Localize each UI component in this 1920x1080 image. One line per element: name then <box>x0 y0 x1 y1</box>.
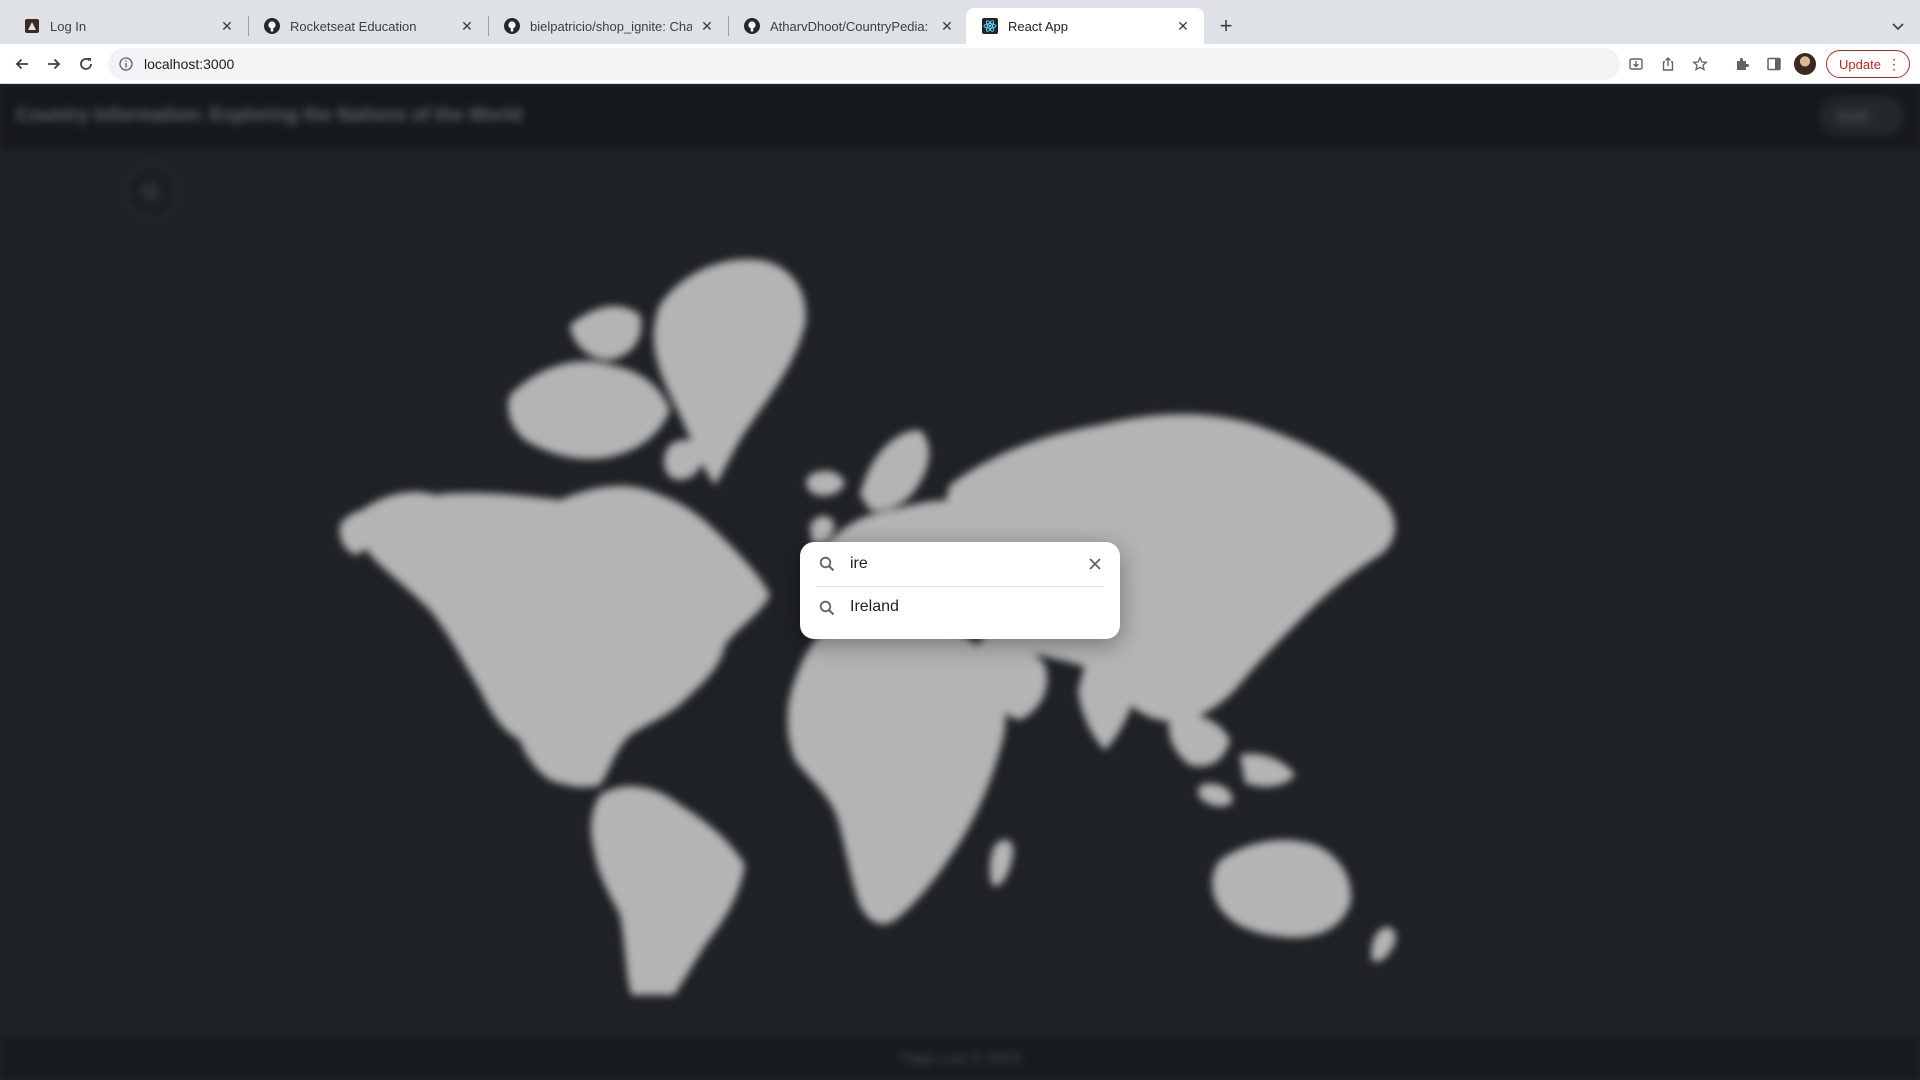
close-icon[interactable] <box>1086 555 1104 573</box>
tab-react-app[interactable]: React App ✕ <box>966 8 1204 44</box>
search-icon <box>818 599 836 617</box>
map-scandinavia <box>860 430 930 511</box>
close-icon[interactable]: ✕ <box>938 17 956 35</box>
close-icon[interactable]: ✕ <box>698 17 716 35</box>
search-dialog: Ireland <box>800 542 1120 639</box>
map-uk <box>810 516 835 545</box>
map-north-america <box>354 485 770 788</box>
star-icon[interactable] <box>1686 48 1714 80</box>
update-label: Update <box>1839 56 1881 72</box>
react-icon <box>982 18 998 34</box>
theme-toggle-label: Dark <box>1838 107 1870 125</box>
search-icon <box>142 183 159 200</box>
map-madagascar <box>989 839 1014 886</box>
tab-title: bielpatricio/shop_ignite: Challe <box>530 18 692 34</box>
address-bar[interactable]: localhost:3000 <box>108 48 1708 80</box>
map-india <box>1078 659 1140 750</box>
app-header: Country Information: Exploring the Natio… <box>0 85 1920 149</box>
install-icon[interactable] <box>1622 48 1650 80</box>
new-tab-button[interactable]: + <box>1212 12 1240 40</box>
reload-icon <box>80 58 92 70</box>
chevron-down-icon[interactable] <box>1884 12 1912 40</box>
tab-rocketseat[interactable]: Rocketseat Education ✕ <box>248 8 488 44</box>
app-title: Country Information: Exploring the Natio… <box>16 105 523 126</box>
share-icon[interactable] <box>1654 48 1682 80</box>
update-button[interactable]: Update ⋮ <box>1826 50 1910 78</box>
search-row <box>800 542 1120 586</box>
search-fab-button[interactable] <box>124 165 178 219</box>
tab-countrypedia[interactable]: AtharvDhoot/CountryPedia: Ex ✕ <box>728 8 968 44</box>
search-icon <box>818 555 836 573</box>
browser-toolbar: localhost:3000 Update ⋮ <box>0 44 1920 84</box>
close-icon[interactable]: ✕ <box>1174 17 1192 35</box>
tab-title: Log In <box>50 18 87 34</box>
divider <box>816 586 1104 587</box>
arrow-right-icon <box>48 58 61 70</box>
tab-log-in[interactable]: Log In ✕ <box>8 8 248 44</box>
map-africa <box>787 618 1006 924</box>
github-icon <box>264 18 280 34</box>
search-result-item[interactable]: Ireland <box>800 588 1120 628</box>
map-canadian-arctic <box>508 361 670 460</box>
arrow-left-icon <box>15 58 28 70</box>
back-button[interactable] <box>8 50 36 78</box>
search-input[interactable] <box>850 550 1070 578</box>
github-icon <box>744 18 760 34</box>
app-favicon-icon <box>24 18 40 34</box>
map-australia <box>1212 840 1351 938</box>
url-text: localhost:3000 <box>144 56 235 72</box>
more-vert-icon[interactable]: ⋮ <box>1887 56 1901 72</box>
tab-strip: Log In ✕ Rocketseat Education ✕ bielpatr… <box>0 0 1920 44</box>
profile-avatar[interactable] <box>1794 53 1816 75</box>
close-icon[interactable]: ✕ <box>218 17 236 35</box>
page-viewport: Country Information: Exploring the Natio… <box>0 85 1920 1080</box>
side-panel-icon[interactable] <box>1760 50 1788 78</box>
app-footer: Tiago Luiz © 2023 <box>0 1037 1920 1080</box>
theme-toggle-button[interactable]: Dark <box>1820 97 1904 135</box>
map-south-america <box>591 786 745 995</box>
tab-shop-ignite[interactable]: bielpatricio/shop_ignite: Challe ✕ <box>488 8 728 44</box>
extensions-icon[interactable] <box>1728 50 1756 78</box>
tab-title: AtharvDhoot/CountryPedia: Ex <box>770 18 932 34</box>
reload-button[interactable] <box>72 50 100 78</box>
info-icon[interactable] <box>118 56 134 72</box>
footer-text: Tiago Luiz © 2023 <box>899 1050 1021 1067</box>
forward-button[interactable] <box>40 50 68 78</box>
close-icon[interactable]: ✕ <box>458 17 476 35</box>
tab-title: React App <box>1008 18 1068 34</box>
map-southeast-asia <box>1168 713 1230 767</box>
map-new-zealand <box>1371 927 1396 962</box>
search-result-label: Ireland <box>850 598 899 615</box>
tab-title: Rocketseat Education <box>290 18 417 34</box>
github-icon <box>504 18 520 34</box>
